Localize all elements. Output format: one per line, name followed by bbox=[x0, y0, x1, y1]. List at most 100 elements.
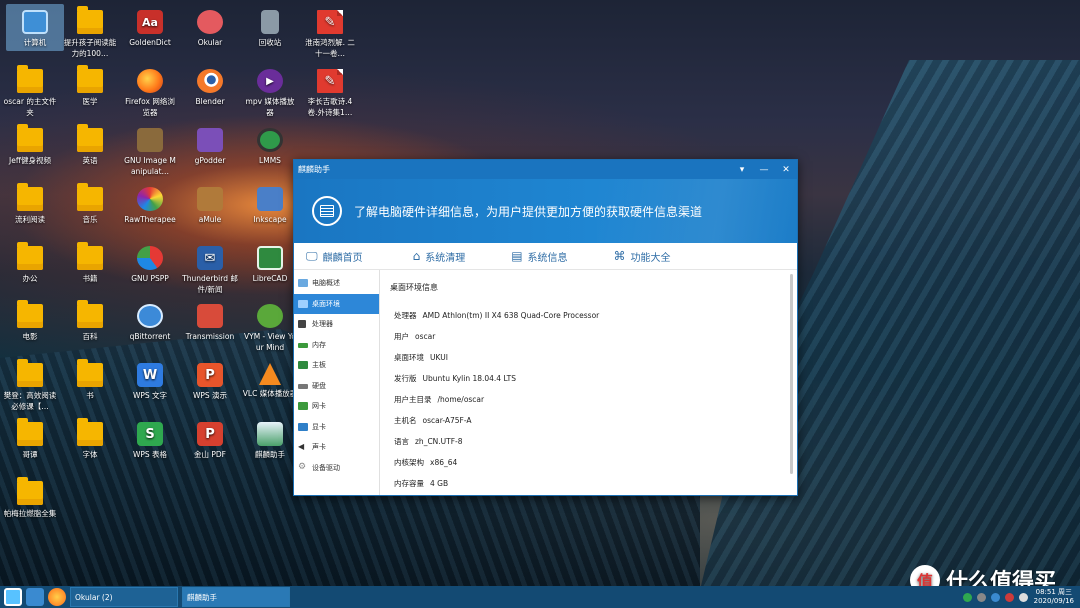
icon-label: 回收站 bbox=[258, 38, 282, 47]
icon-label: aMule bbox=[198, 215, 222, 224]
desktop-icon-vym[interactable]: VYM - View Your Mind bbox=[241, 298, 299, 356]
desktop-icon-pspp[interactable]: GNU PSPP bbox=[121, 240, 179, 287]
desktop-icon-pdf[interactable]: ✎ 淮南鸿烈解. 二十一卷… bbox=[301, 4, 359, 62]
desktop-icon-folder[interactable]: 书籍 bbox=[61, 240, 119, 287]
sidebar-item-desktop-env[interactable]: 桌面环境 bbox=[294, 293, 379, 314]
desktop-icon-pdf[interactable]: ✎ 李长吉歌诗.4 卷.外诗集1… bbox=[301, 63, 359, 121]
desktop-icon-okular[interactable]: Okular bbox=[181, 4, 239, 51]
pie-chart-icon bbox=[137, 246, 163, 270]
icon-label: Firefox 网络浏览器 bbox=[125, 97, 175, 117]
close-button[interactable]: ✕ bbox=[775, 160, 797, 179]
pdf-app-icon: P bbox=[197, 422, 223, 446]
scrollbar[interactable] bbox=[790, 274, 793, 474]
desktop-icon-trash[interactable]: 回收站 bbox=[241, 4, 299, 51]
taskbar-item-okular[interactable]: Okular (2) bbox=[70, 587, 178, 607]
sidebar-item-graphics[interactable]: 显卡 bbox=[294, 417, 379, 438]
tab-features[interactable]: ⌘ 功能大全 bbox=[604, 249, 681, 264]
sidebar-item-overview[interactable]: 电脑概述 bbox=[294, 273, 379, 294]
desktop-icon-qbittorrent[interactable]: qBittorrent bbox=[121, 298, 179, 345]
desktop-icon-rawtherapee[interactable]: RawTherapee bbox=[121, 181, 179, 228]
folder-icon bbox=[17, 124, 43, 152]
clock[interactable]: 08:51 周三 2020/09/16 bbox=[1034, 588, 1074, 606]
desktop-icon-inkscape[interactable]: Inkscape bbox=[241, 181, 299, 228]
desktop-icon-wps-writer[interactable]: W WPS 文字 bbox=[121, 357, 179, 404]
tab-home[interactable]: 🖵 麒麟首页 bbox=[296, 249, 373, 264]
rawtherapee-icon bbox=[137, 187, 163, 211]
tab-label: 系统清理 bbox=[425, 252, 466, 264]
desktop-icon-folder[interactable]: 百科 bbox=[61, 298, 119, 345]
desktop-icon-folder[interactable]: 电影 bbox=[1, 298, 59, 345]
desktop-icon-home-folder[interactable]: oscar 的主文件夹 bbox=[1, 63, 59, 121]
desktop-icon-folder[interactable]: 办公 bbox=[1, 240, 59, 287]
cpu-icon bbox=[298, 320, 306, 328]
sidebar-item-label: 显卡 bbox=[312, 422, 326, 431]
desktop-icon-computer[interactable]: 计算机 bbox=[6, 4, 64, 51]
desktop-icon-folder[interactable]: 帕梅拉燃脂全集 bbox=[1, 475, 59, 522]
desktop-icon-folder[interactable]: 书 bbox=[61, 357, 119, 404]
folder-icon bbox=[77, 65, 103, 93]
file-manager-icon[interactable] bbox=[26, 588, 44, 606]
icon-label: Okular bbox=[197, 38, 223, 47]
folder-icon bbox=[77, 418, 103, 446]
desktop-icon-gpodder[interactable]: gPodder bbox=[181, 122, 239, 169]
desktop-icon-folder[interactable]: 音乐 bbox=[61, 181, 119, 228]
sidebar-item-drivers[interactable]: ⚙ 设备驱动 bbox=[294, 458, 379, 479]
desktop-icon-thunderbird[interactable]: ✉ Thunderbird 邮件/新闻 bbox=[181, 240, 239, 298]
info-row: 语言 zh_CN.UTF-8 bbox=[390, 436, 797, 457]
info-key: 桌面环境 bbox=[394, 353, 424, 362]
icon-label: 樊登：高效阅读必修课【… bbox=[3, 391, 57, 411]
desktop-icon-folder[interactable]: 流利阅读 bbox=[1, 181, 59, 228]
notification-icon[interactable] bbox=[1004, 592, 1014, 602]
clock-time: 08:51 周三 bbox=[1035, 588, 1073, 596]
chevron-down-icon: ▾ bbox=[739, 164, 745, 175]
sidebar-item-network[interactable]: 网卡 bbox=[294, 396, 379, 417]
desktop-icon-folder[interactable]: 字体 bbox=[61, 416, 119, 463]
sidebar-item-sound[interactable]: ◀ 声卡 bbox=[294, 437, 379, 458]
desktop-icon-wps-sheet[interactable]: S WPS 表格 bbox=[121, 416, 179, 463]
desktop-icon-goldendict[interactable]: Aa GoldenDict bbox=[121, 4, 179, 51]
desktop-icon-transmission[interactable]: Transmission bbox=[181, 298, 239, 345]
desktop-icon-folder[interactable]: 樊登：高效阅读必修课【… bbox=[1, 357, 59, 415]
info-key: 内存容量 bbox=[394, 479, 424, 488]
desktop-icon-amule[interactable]: aMule bbox=[181, 181, 239, 228]
folder-icon bbox=[17, 418, 43, 446]
sidebar-item-disk[interactable]: 硬盘 bbox=[294, 376, 379, 397]
desktop-icon-blender[interactable]: Blender bbox=[181, 63, 239, 110]
network-icon[interactable] bbox=[990, 592, 1000, 602]
sidebar-item-processor[interactable]: 处理器 bbox=[294, 314, 379, 335]
info-key: 用户 bbox=[394, 332, 409, 341]
volume-icon[interactable] bbox=[1018, 592, 1028, 602]
command-icon: ⌘ bbox=[613, 249, 626, 263]
tray-app-icon[interactable] bbox=[962, 592, 972, 602]
desktop-icon-wps-presentation[interactable]: P WPS 演示 bbox=[181, 357, 239, 404]
vym-icon bbox=[257, 304, 283, 328]
desktop-icon-folder[interactable]: 哥谭 bbox=[1, 416, 59, 463]
firefox-icon[interactable] bbox=[48, 588, 66, 606]
desktop-icon-vlc[interactable]: VLC 媒体播放器 bbox=[241, 357, 299, 402]
start-menu-button[interactable] bbox=[4, 588, 22, 606]
desktop-icon-folder[interactable]: 英语 bbox=[61, 122, 119, 169]
desktop-icon-folder[interactable]: Jeff健身视频 bbox=[1, 122, 59, 169]
icon-label: VYM - View Your Mind bbox=[243, 332, 296, 352]
desktop-icon-kylin-assistant[interactable]: 麒麟助手 bbox=[241, 416, 299, 463]
tab-system-cleanup[interactable]: ⌂ 系统清理 bbox=[403, 249, 476, 264]
window-titlebar[interactable]: 麒麟助手 ▾ — ✕ bbox=[294, 160, 797, 179]
desktop-icon-mpv[interactable]: ▶ mpv 媒体播放器 bbox=[241, 63, 299, 121]
tab-system-info[interactable]: ▤ 系统信息 bbox=[501, 249, 577, 264]
desktop-icon-folder[interactable]: 医学 bbox=[61, 63, 119, 110]
desktop-icon-kingsoft-pdf[interactable]: P 金山 PDF bbox=[181, 416, 239, 463]
minimize-button[interactable]: — bbox=[753, 160, 775, 179]
desktop-icon-librecad[interactable]: LibreCAD bbox=[241, 240, 299, 287]
list-icon bbox=[320, 205, 334, 217]
sidebar-item-motherboard[interactable]: 主板 bbox=[294, 355, 379, 376]
tray-app-icon[interactable] bbox=[976, 592, 986, 602]
info-key: 用户主目录 bbox=[394, 395, 432, 404]
desktop-icon-firefox[interactable]: Firefox 网络浏览器 bbox=[121, 63, 179, 121]
desktop-icon-lmms[interactable]: LMMS bbox=[241, 122, 299, 169]
taskbar-item-kylin-assistant[interactable]: 麒麟助手 bbox=[182, 587, 290, 607]
desktop-icon-folder[interactable]: 提升孩子阅读能力的100… bbox=[61, 4, 119, 62]
sidebar-item-memory[interactable]: 内存 bbox=[294, 335, 379, 356]
system-tray: 08:51 周三 2020/09/16 bbox=[958, 588, 1080, 606]
menu-dropdown-button[interactable]: ▾ bbox=[731, 160, 753, 179]
desktop-icon-gimp[interactable]: GNU Image Manipulat… bbox=[121, 122, 179, 180]
